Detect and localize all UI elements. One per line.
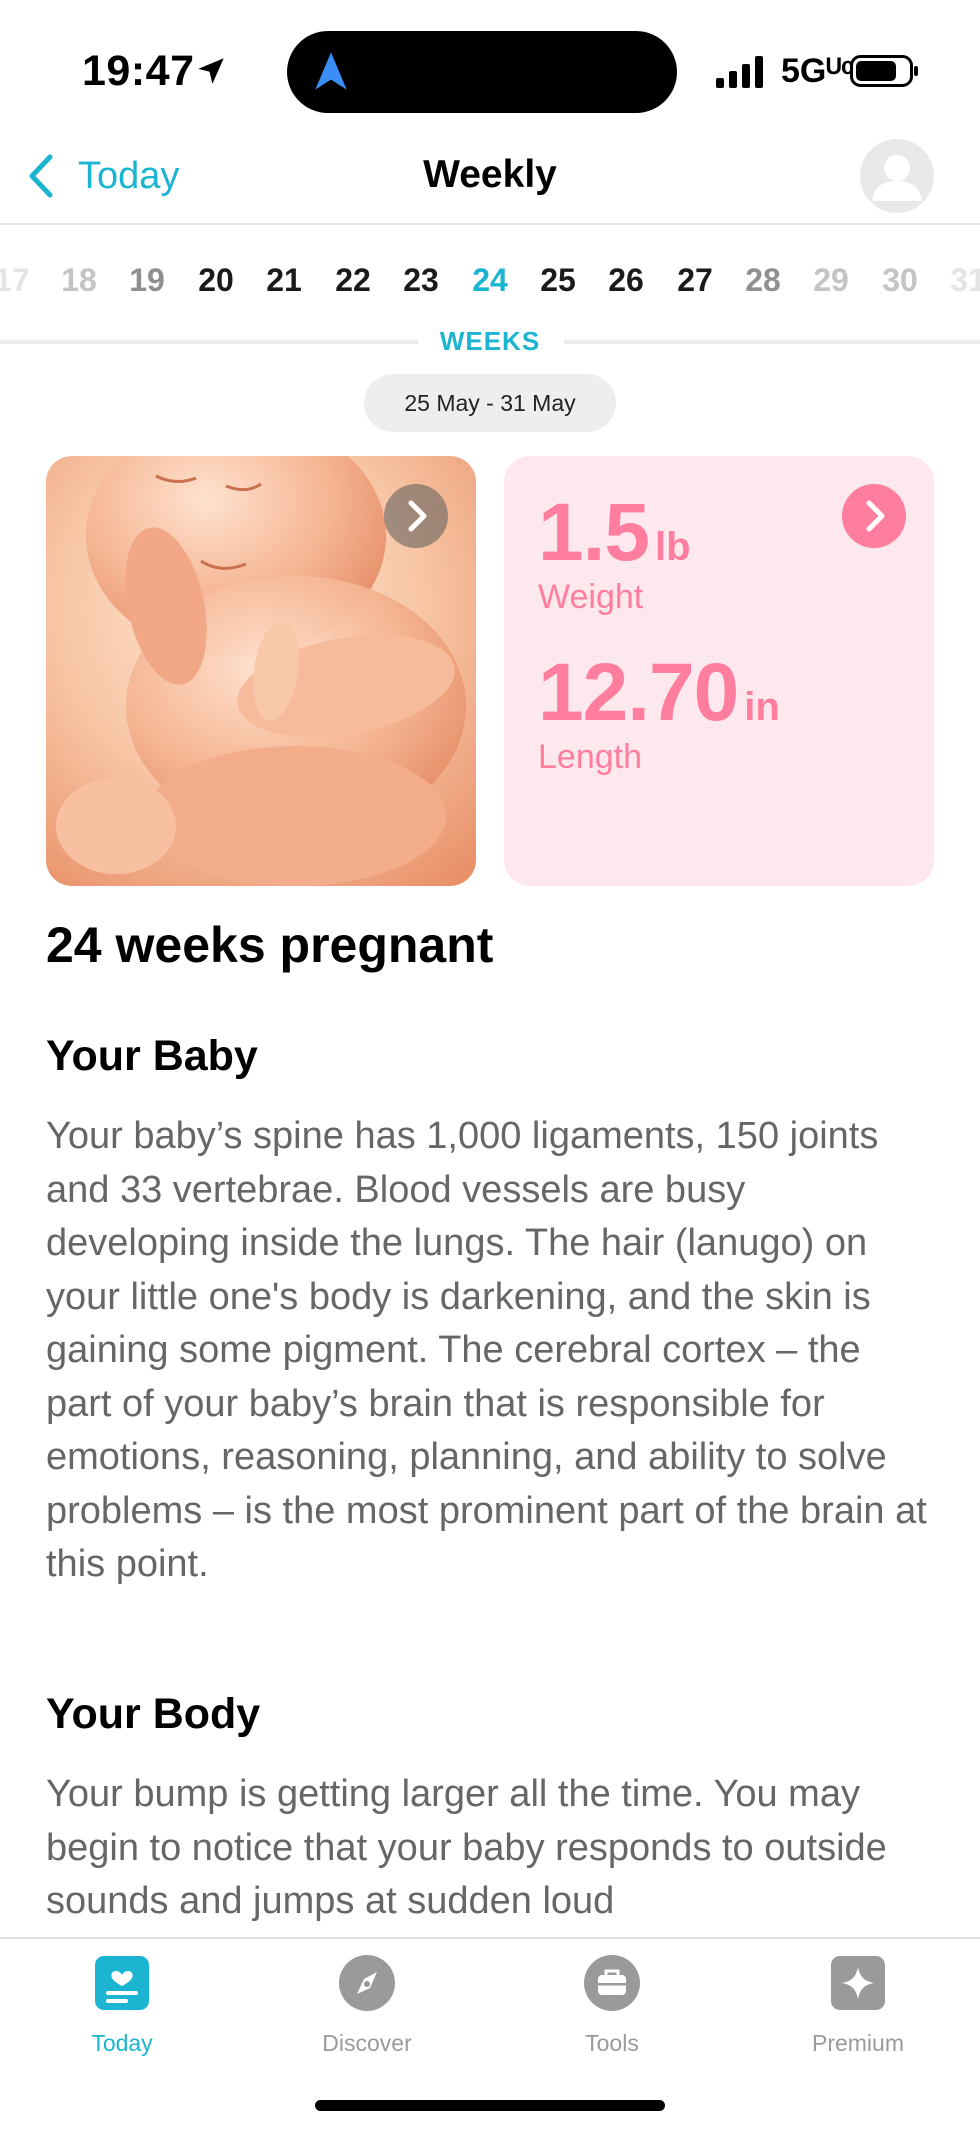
chevron-right-icon (408, 500, 427, 532)
compass-icon (339, 1955, 395, 2011)
tab-label: Today (91, 2030, 153, 2056)
tab-label: Premium (811, 2030, 904, 2056)
your-baby-heading: Your Baby (46, 1032, 258, 1080)
weight-label: Weight (538, 578, 644, 616)
home-indicator (315, 2100, 665, 2111)
tab-label: Tools (585, 2030, 639, 2056)
week-item[interactable]: 21 (254, 262, 314, 299)
baby-image-card[interactable] (46, 456, 476, 886)
status-bar: 19:47 5Gᵁᶜ (0, 0, 980, 135)
tab-tools[interactable]: Tools (512, 1953, 712, 2057)
your-body-text: Your bump is getting larger all the time… (46, 1773, 887, 1922)
length-unit: in (744, 685, 780, 729)
battery-icon (850, 55, 918, 87)
tab-today[interactable]: Today (22, 1953, 222, 2057)
nav-header: Today Weekly (0, 135, 980, 225)
weight-value: 1.5 (538, 487, 650, 578)
week-item[interactable]: 19 (117, 262, 177, 299)
week-item[interactable]: 26 (596, 262, 656, 299)
week-item[interactable]: 30 (870, 262, 930, 299)
weight-unit: lb (655, 525, 691, 569)
week-item[interactable]: 20 (186, 262, 246, 299)
status-time: 19:47 (82, 47, 195, 95)
week-item[interactable]: 17 (0, 262, 42, 299)
weight-stat: 1.5 lb Weight (538, 486, 691, 617)
tab-discover[interactable]: Discover (267, 1953, 467, 2057)
your-baby-text: Your baby’s spine has 1,000 ligaments, 1… (46, 1115, 927, 1585)
profile-avatar[interactable] (860, 139, 934, 213)
your-body-heading: Your Body (46, 1690, 261, 1738)
tab-premium[interactable]: Premium (758, 1953, 958, 2057)
network-label: 5Gᵁᶜ (781, 52, 855, 90)
tab-label: Discover (322, 2030, 412, 2056)
length-label: Length (538, 738, 642, 776)
sparkle-icon (831, 1956, 885, 2010)
today-icon (95, 1956, 149, 2010)
week-item[interactable]: 22 (323, 262, 383, 299)
size-stats-card[interactable]: 1.5 lb Weight 12.70 in Length (504, 456, 934, 886)
dynamic-island (287, 31, 677, 113)
week-selector: 17 18 19 20 21 22 23 24 25 26 27 28 29 3… (0, 262, 980, 312)
week-item[interactable]: 28 (733, 262, 793, 299)
length-stat: 12.70 in Length (538, 646, 780, 777)
week-item[interactable]: 27 (665, 262, 725, 299)
navigation-arrow-icon (315, 52, 347, 90)
page-title: Weekly (423, 153, 557, 196)
week-item[interactable]: 29 (801, 262, 861, 299)
user-icon (872, 155, 922, 201)
image-next-button[interactable] (384, 484, 448, 548)
week-item[interactable]: 31 (938, 262, 980, 299)
week-item[interactable]: 18 (49, 262, 109, 299)
week-heading: 24 weeks pregnant (46, 917, 494, 973)
location-arrow-icon (198, 58, 224, 84)
week-item[interactable]: 23 (391, 262, 451, 299)
date-range-pill: 25 May - 31 May (364, 374, 616, 432)
briefcase-icon (584, 1955, 640, 2011)
week-item[interactable]: 25 (528, 262, 588, 299)
chevron-right-icon (866, 500, 885, 532)
week-item-current[interactable]: 24 (460, 262, 520, 299)
length-value: 12.70 (538, 647, 739, 738)
stats-next-button[interactable] (842, 484, 906, 548)
signal-icon (716, 56, 763, 88)
weeks-label: WEEKS (439, 326, 541, 356)
